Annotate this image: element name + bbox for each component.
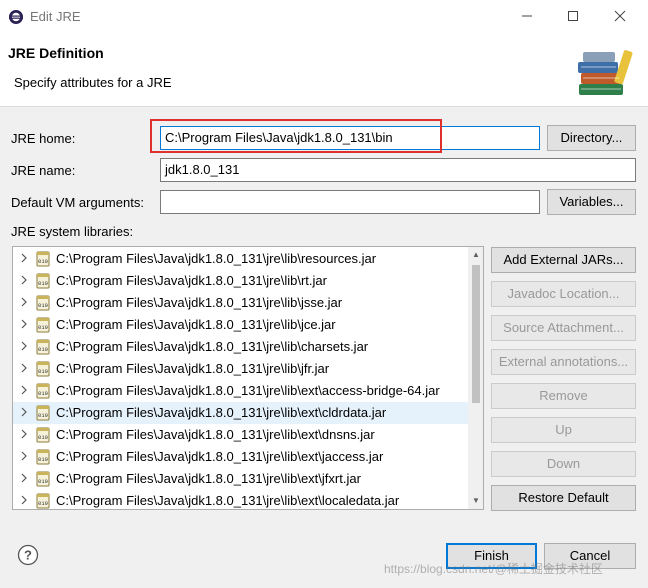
library-path: C:\Program Files\Java\jdk1.8.0_131\jre\l… [56,273,327,288]
jar-icon: 010 [35,493,51,509]
jar-icon: 010 [35,317,51,336]
up-button[interactable]: Up [491,417,636,443]
svg-text:010: 010 [38,368,48,375]
title-bar: Edit JRE [0,0,648,34]
svg-text:010: 010 [38,434,48,441]
jar-icon: 010 [35,339,51,358]
library-row[interactable]: 010 C:\Program Files\Java\jdk1.8.0_131\jr… [13,490,469,509]
help-icon[interactable]: ? [17,544,39,569]
libraries-label: JRE system libraries: [11,224,134,239]
library-row[interactable]: 010 C:\Program Files\Java\jdk1.8.0_131\jr… [13,248,469,270]
svg-text:010: 010 [38,456,48,463]
library-path: C:\Program Files\Java\jdk1.8.0_131\jre\l… [56,251,377,266]
svg-text:010: 010 [38,412,48,419]
library-path: C:\Program Files\Java\jdk1.8.0_131\jre\l… [56,361,330,376]
dialog-header: JRE Definition Specify attributes for a … [0,34,648,107]
libraries-tree[interactable]: 010 C:\Program Files\Java\jdk1.8.0_131\jr… [12,246,484,510]
page-title: JRE Definition [8,45,104,61]
jre-home-label: JRE home: [11,131,76,146]
library-row[interactable]: 010 C:\Program Files\Java\jdk1.8.0_131\jr… [13,314,469,336]
library-row[interactable]: 010 C:\Program Files\Java\jdk1.8.0_131\jr… [13,468,469,490]
chevron-right-icon[interactable] [19,428,29,443]
svg-text:010: 010 [38,258,48,265]
library-path: C:\Program Files\Java\jdk1.8.0_131\jre\l… [56,471,361,486]
jre-name-input[interactable]: jdk1.8.0_131 [160,158,636,182]
window-title: Edit JRE [30,9,81,24]
scroll-up-arrow-icon[interactable]: ▲ [468,247,483,263]
page-subtitle: Specify attributes for a JRE [14,75,172,90]
variables-button[interactable]: Variables... [547,189,636,215]
jar-icon: 010 [35,427,51,446]
scrollbar-thumb[interactable] [472,265,480,403]
jar-icon: 010 [35,251,51,270]
chevron-right-icon[interactable] [19,318,29,333]
down-button[interactable]: Down [491,451,636,477]
library-row[interactable]: 010 C:\Program Files\Java\jdk1.8.0_131\jr… [13,336,469,358]
svg-text:?: ? [24,548,32,563]
source-attachment-button[interactable]: Source Attachment... [491,315,636,341]
maximize-icon[interactable] [558,6,588,28]
library-path: C:\Program Files\Java\jdk1.8.0_131\jre\l… [56,405,387,420]
jar-icon: 010 [35,449,51,468]
jar-icon: 010 [35,361,51,380]
library-row[interactable]: 010 C:\Program Files\Java\jdk1.8.0_131\jr… [13,358,469,380]
library-row[interactable]: 010 C:\Program Files\Java\jdk1.8.0_131\jr… [13,292,469,314]
minimize-icon[interactable] [512,6,542,28]
library-path: C:\Program Files\Java\jdk1.8.0_131\jre\l… [56,449,384,464]
svg-text:010: 010 [38,500,48,507]
svg-text:010: 010 [38,324,48,331]
chevron-right-icon[interactable] [19,340,29,355]
chevron-right-icon[interactable] [19,274,29,289]
svg-text:010: 010 [38,302,48,309]
vm-args-input[interactable] [160,190,540,214]
javadoc-location-button[interactable]: Javadoc Location... [491,281,636,307]
library-path: C:\Program Files\Java\jdk1.8.0_131\jre\l… [56,317,336,332]
chevron-right-icon[interactable] [19,384,29,399]
jar-icon: 010 [35,295,51,314]
chevron-right-icon[interactable] [19,450,29,465]
chevron-right-icon[interactable] [19,296,29,311]
library-row[interactable]: 010 C:\Program Files\Java\jdk1.8.0_131\jr… [13,424,469,446]
vm-args-label: Default VM arguments: [11,195,144,210]
svg-text:010: 010 [38,346,48,353]
jar-icon: 010 [35,383,51,402]
chevron-right-icon[interactable] [19,252,29,267]
library-path: C:\Program Files\Java\jdk1.8.0_131\jre\l… [56,383,440,398]
library-path: C:\Program Files\Java\jdk1.8.0_131\jre\l… [56,295,343,310]
close-icon[interactable] [605,6,635,28]
add-external-jars-button[interactable]: Add External JARs... [491,247,636,273]
library-row[interactable]: 010 C:\Program Files\Java\jdk1.8.0_131\jr… [13,402,469,424]
watermark: https://blog.csdn.net/@稀土掘金技术社区 [384,562,603,576]
svg-text:010: 010 [38,478,48,485]
jre-name-label: JRE name: [11,163,76,178]
library-path: C:\Program Files\Java\jdk1.8.0_131\jre\l… [56,339,369,354]
chevron-right-icon[interactable] [19,472,29,487]
jar-icon: 010 [35,273,51,292]
eclipse-icon [8,9,24,28]
remove-button[interactable]: Remove [491,383,636,409]
svg-text:010: 010 [38,280,48,287]
chevron-right-icon[interactable] [19,406,29,421]
books-icon [575,44,635,103]
chevron-right-icon[interactable] [19,362,29,377]
svg-text:010: 010 [38,390,48,397]
external-annotations-button[interactable]: External annotations... [491,349,636,375]
vertical-scrollbar[interactable]: ▲ ▼ [468,247,483,509]
library-path: C:\Program Files\Java\jdk1.8.0_131\jre\l… [56,493,400,508]
scroll-down-arrow-icon[interactable]: ▼ [468,493,483,509]
highlight-annotation [150,119,442,153]
chevron-right-icon[interactable] [19,494,29,509]
library-row[interactable]: 010 C:\Program Files\Java\jdk1.8.0_131\jr… [13,270,469,292]
library-row[interactable]: 010 C:\Program Files\Java\jdk1.8.0_131\jr… [13,446,469,468]
directory-button[interactable]: Directory... [547,125,636,151]
restore-default-button[interactable]: Restore Default [491,485,636,511]
library-row[interactable]: 010 C:\Program Files\Java\jdk1.8.0_131\jr… [13,380,469,402]
library-path: C:\Program Files\Java\jdk1.8.0_131\jre\l… [56,427,375,442]
jar-icon: 010 [35,405,51,424]
jar-icon: 010 [35,471,51,490]
